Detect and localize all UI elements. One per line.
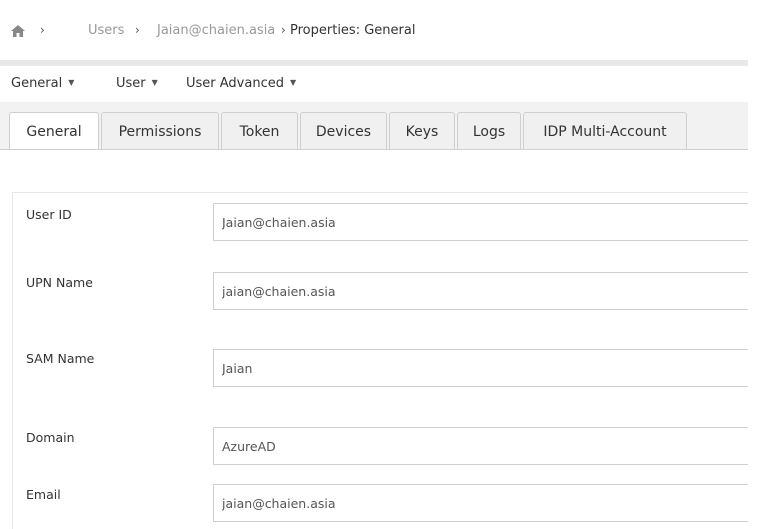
caret-down-icon: ▼: [151, 78, 158, 87]
caret-down-icon: ▼: [289, 78, 297, 87]
breadcrumb-users-link[interactable]: Users: [88, 23, 124, 38]
email-input[interactable]: [213, 484, 748, 522]
upn-name-label: UPN Name: [26, 275, 93, 290]
breadcrumb-separator: ›: [40, 23, 45, 37]
tab-general[interactable]: General: [9, 112, 99, 151]
sam-name-input[interactable]: [213, 349, 748, 387]
domain-input[interactable]: [213, 427, 748, 465]
sam-name-label: SAM Name: [26, 351, 95, 366]
tab-logs[interactable]: Logs: [457, 112, 521, 150]
tab-keys[interactable]: Keys: [389, 112, 455, 150]
breadcrumb-current-page: Properties: General: [290, 23, 416, 38]
panel-border: [12, 192, 748, 193]
caret-down-icon: ▼: [68, 78, 75, 87]
menu-general-dropdown[interactable]: General ▼: [11, 76, 74, 91]
breadcrumb-separator: ›: [135, 23, 140, 37]
tab-bar: General Permissions Token Devices Keys L…: [0, 102, 748, 151]
general-form-panel: User ID UPN Name SAM Name Domain Email: [0, 150, 748, 529]
upn-name-input[interactable]: [213, 272, 748, 310]
home-icon[interactable]: [10, 24, 26, 38]
menu-user-advanced-dropdown[interactable]: User Advanced ▼: [186, 76, 296, 91]
tab-permissions[interactable]: Permissions: [101, 112, 219, 150]
menu-bar: General ▼ User ▼ User Advanced ▼: [0, 66, 748, 103]
breadcrumb: › Users › Jaian@chaien.asia › Properties…: [0, 0, 748, 61]
email-label: Email: [26, 487, 61, 502]
user-id-label: User ID: [26, 207, 72, 222]
domain-label: Domain: [26, 430, 75, 445]
tab-token[interactable]: Token: [221, 112, 298, 150]
panel-border: [12, 192, 13, 529]
tab-devices[interactable]: Devices: [300, 112, 387, 150]
breadcrumb-separator: ›: [281, 23, 286, 37]
menu-user-dropdown[interactable]: User ▼: [116, 76, 158, 91]
tab-idp-multi-account[interactable]: IDP Multi-Account: [523, 112, 687, 150]
user-id-input[interactable]: [213, 203, 748, 241]
breadcrumb-user-link[interactable]: Jaian@chaien.asia: [157, 23, 275, 38]
